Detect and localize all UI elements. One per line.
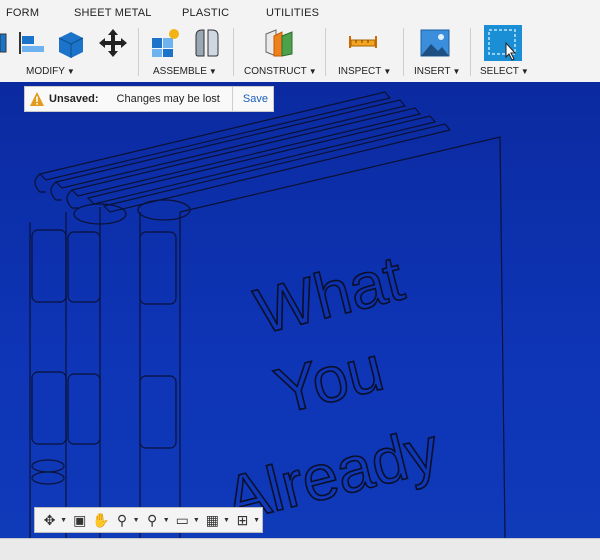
tab-utilities[interactable]: UTILITIES <box>266 7 319 19</box>
save-link[interactable]: Save <box>231 87 268 111</box>
navigation-bar: ✥ ▼ ▣ ✋ ⚲ ▼ ⚲ ▼ ▭ ▼ ▦ ▼ ⊞ ▼ <box>34 507 263 533</box>
model-word-2: You <box>268 332 390 428</box>
display-settings-icon[interactable]: ▭ <box>172 510 193 530</box>
measure-icon[interactable] <box>346 26 380 60</box>
grid-icon[interactable]: ▦ <box>202 510 223 530</box>
viewport-canvas[interactable]: What You Already <box>0 82 600 538</box>
tab-form[interactable]: FORM <box>6 7 39 19</box>
joint-icon[interactable] <box>190 26 224 60</box>
zoom-dropdown-icon[interactable]: ▼ <box>133 517 140 524</box>
box-body-icon[interactable] <box>55 26 89 60</box>
unsaved-message: Changes may be lost <box>116 93 220 105</box>
offset-plane-icon[interactable] <box>262 26 296 60</box>
grid-dropdown-icon[interactable]: ▼ <box>223 517 230 524</box>
wireframe-model: What You Already <box>29 91 506 538</box>
insert-image-icon[interactable] <box>418 26 452 60</box>
viewports-dropdown-icon[interactable]: ▼ <box>253 517 260 524</box>
tab-sheet-metal[interactable]: SHEET METAL <box>74 7 152 19</box>
orbit-icon[interactable]: ✥ <box>39 510 60 530</box>
align-icon[interactable] <box>16 26 50 60</box>
look-at-icon[interactable]: ▣ <box>69 510 90 530</box>
move-icon[interactable] <box>96 26 130 60</box>
status-bar <box>0 538 600 560</box>
ribbon-toolbar: FORM SHEET METAL PLASTIC UTILITIES MODIF… <box>0 0 600 83</box>
tab-plastic[interactable]: PLASTIC <box>182 7 229 19</box>
group-construct[interactable]: CONSTRUCT ▼ <box>244 66 317 77</box>
group-modify[interactable]: MODIFY ▼ <box>26 66 75 77</box>
fit-icon[interactable]: ⚲ <box>142 510 163 530</box>
fit-dropdown-icon[interactable]: ▼ <box>163 517 170 524</box>
unsaved-title: Unsaved: <box>49 93 99 105</box>
viewports-icon[interactable]: ⊞ <box>232 510 253 530</box>
group-assemble[interactable]: ASSEMBLE ▼ <box>153 66 217 77</box>
model-word-1: What <box>248 242 411 348</box>
pan-icon[interactable]: ✋ <box>90 510 111 530</box>
select-tool-icon[interactable] <box>484 25 522 61</box>
unsaved-banner: Unsaved: Changes may be lost Save <box>24 86 274 112</box>
orbit-dropdown-icon[interactable]: ▼ <box>60 517 67 524</box>
modify-partial-icon[interactable] <box>0 26 10 60</box>
new-component-icon[interactable] <box>148 26 182 60</box>
group-inspect[interactable]: INSPECT ▼ <box>338 66 391 77</box>
warning-icon <box>30 92 44 106</box>
zoom-icon[interactable]: ⚲ <box>111 510 132 530</box>
display-dropdown-icon[interactable]: ▼ <box>193 517 200 524</box>
group-select[interactable]: SELECT ▼ <box>480 66 529 77</box>
group-insert[interactable]: INSERT ▼ <box>414 66 460 77</box>
